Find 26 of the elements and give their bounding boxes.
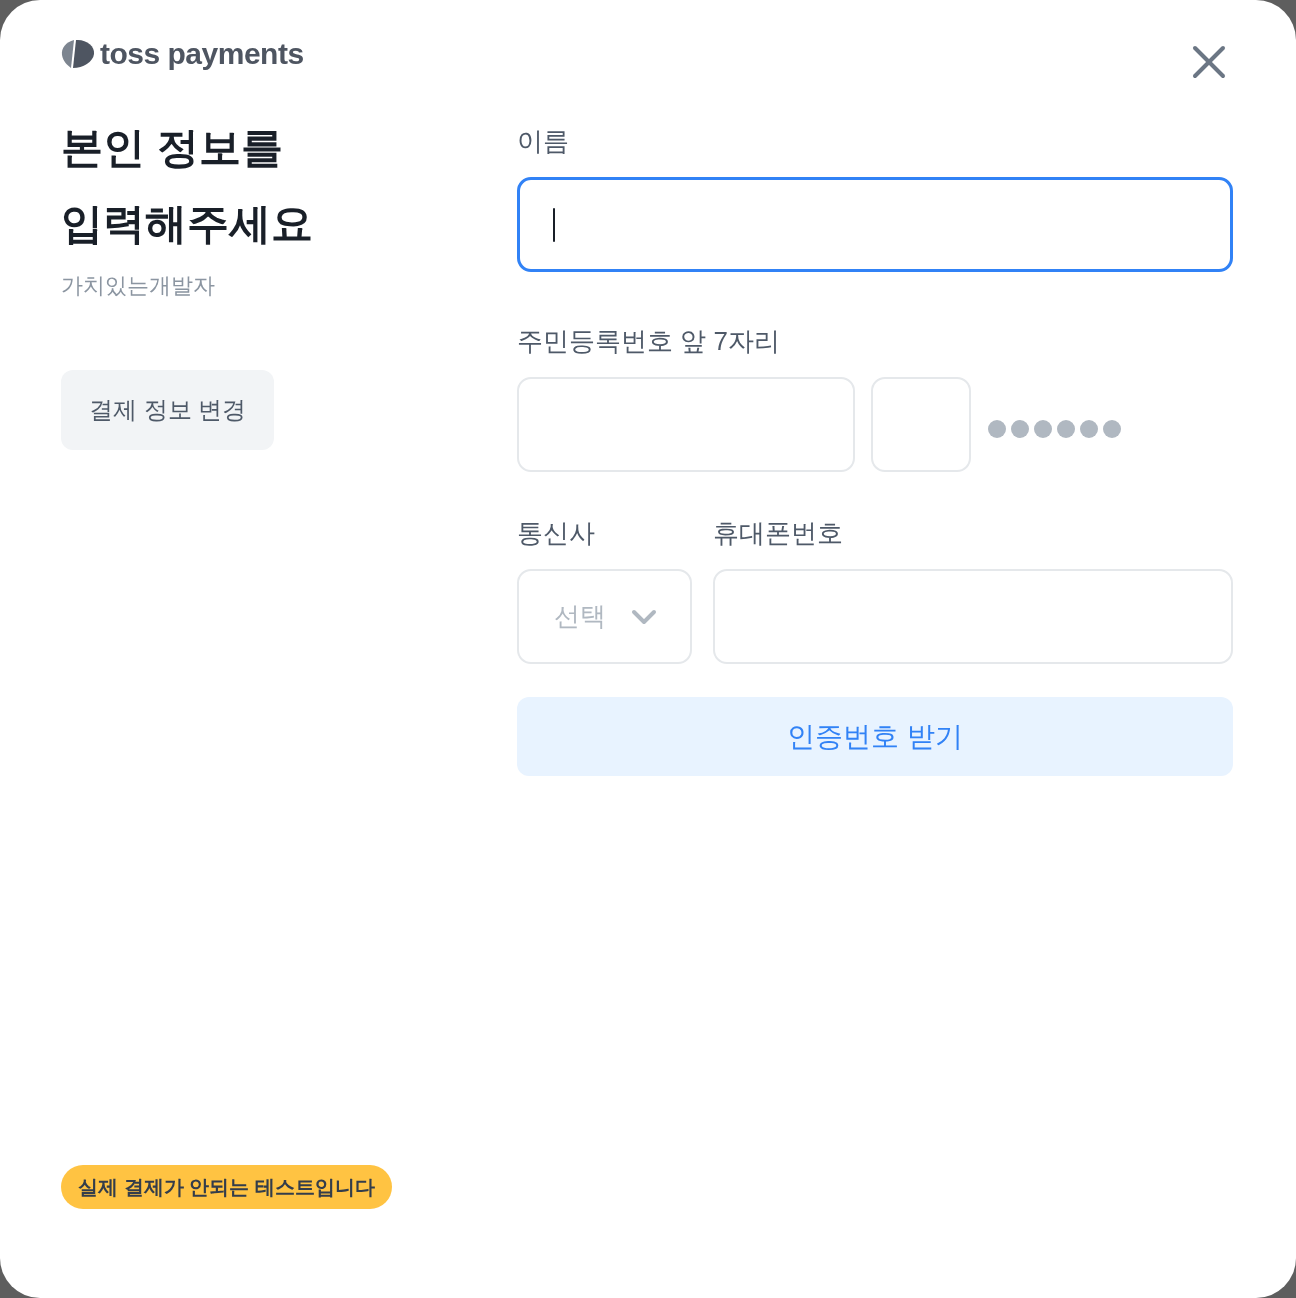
field-label: 휴대폰번호 [713, 517, 843, 550]
close-icon [1192, 45, 1226, 79]
masked-digit-icon [1011, 419, 1029, 438]
logo-icon [61, 39, 95, 69]
change-payment-info-button[interactable]: 결제 정보 변경 [61, 370, 275, 450]
phone-input-field[interactable] [713, 569, 1233, 664]
masked-digit-icon [1034, 419, 1052, 438]
masked-digit-icon [1080, 419, 1098, 438]
merchant-name: 가치있는개발자 [61, 272, 215, 300]
logo-text: toss payments [100, 36, 304, 72]
name-input-field[interactable] [517, 177, 1233, 272]
gender-digit-input-field[interactable] [871, 377, 971, 472]
birthdate-input-field[interactable] [517, 377, 855, 472]
page-title: 본인 정보를 입력해주세요 [61, 123, 314, 249]
carrier-select[interactable]: 선택 [517, 569, 692, 664]
masked-digit-icon [1057, 419, 1075, 438]
request-code-button[interactable]: 인증번호 받기 [517, 697, 1233, 776]
test-mode-badge: 실제 결제가 안되는 테스트입니다 [61, 1165, 392, 1209]
field-label: 통신사 [517, 517, 596, 550]
masked-digit-icon [1103, 419, 1121, 438]
field-label: 이름 [517, 125, 570, 158]
close-button[interactable] [1192, 45, 1226, 79]
field-label: 주민등록번호 앞 7자리 [517, 325, 781, 358]
chevron-down-icon [631, 608, 657, 625]
masked-digit-icon [988, 419, 1006, 438]
text-cursor-icon [553, 207, 555, 242]
